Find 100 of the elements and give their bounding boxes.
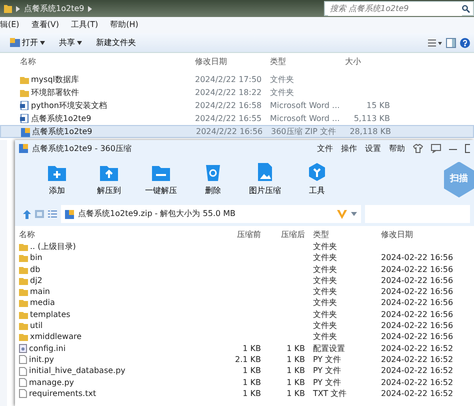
column-header[interactable]: 压缩后 <box>269 228 313 240</box>
type-cell-text: 文件夹 <box>313 274 338 287</box>
file-row[interactable]: media <box>19 297 224 310</box>
file-row[interactable]: initial_hive_database.py <box>19 365 224 378</box>
trash-icon <box>203 162 223 182</box>
menu-item[interactable]: 操作 <box>341 142 357 154</box>
type-cell-text: 文件夹 <box>313 320 338 332</box>
date-cell-text: 2024-02-22 16:56 <box>381 297 454 310</box>
date-cell-text: 2024-02-22 16:56 <box>381 264 454 276</box>
file-row[interactable]: xmiddleware <box>19 331 224 344</box>
toolbar-button[interactable]: 图片压缩 <box>243 162 287 197</box>
breadcrumb-item[interactable]: 点餐系统1o2te9 <box>24 2 84 14</box>
type-cell-text: TXT 文件 <box>313 388 348 400</box>
menu-item[interactable]: 辑(E) <box>0 19 20 31</box>
file-row[interactable]: dj2 <box>19 274 224 287</box>
file-row[interactable]: init.py <box>19 354 224 366</box>
date-cell-text: 2024-02-22 16:56 <box>381 252 454 264</box>
path-field[interactable]: 点餐系统1o2te9.zip - 解包大小为 55.0 MB <box>61 205 361 223</box>
column-header[interactable]: 类型 <box>270 56 345 68</box>
file-row[interactable]: mysql数据库 2024/2/22 17:50 文件夹 <box>0 73 474 86</box>
search-field[interactable]: 搜索 点餐系统1o2te9 <box>324 1 474 16</box>
date-cell-text: 2024-02-22 16:52 <box>381 354 454 366</box>
window-title: 点餐系统1o2te9 - 360压缩 <box>32 142 132 154</box>
file-row[interactable]: 点餐系统1o2te9 2024/2/22 16:56 360压缩 ZIP 文件 28,118 KB <box>0 125 474 138</box>
type-cell-text: 文件夹 <box>313 264 338 276</box>
column-header[interactable]: 压缩前 <box>224 228 269 240</box>
toolbar-button[interactable]: 一键解压 <box>139 162 183 197</box>
toolbar-button[interactable]: 解压到 <box>87 162 131 197</box>
file-name: 点餐系统1o2te9 <box>31 112 92 124</box>
file-row[interactable]: config.ini <box>19 342 224 355</box>
type-cell-text: 360压缩 ZIP 文件 <box>271 126 338 138</box>
toolbar-button[interactable]: 打开 <box>8 36 47 48</box>
column-header[interactable]: 名称 <box>19 228 224 240</box>
menu-item[interactable]: 帮助 <box>389 142 405 154</box>
help-icon <box>460 38 470 48</box>
file-row[interactable]: db <box>19 264 224 276</box>
file-row[interactable]: templates <box>19 308 224 321</box>
type-cell-text: 文件夹 <box>270 74 295 86</box>
up-arrow-icon <box>23 210 31 218</box>
file-row[interactable]: 环境部署软件 2024/2/22 18:22 文件夹 <box>0 86 474 99</box>
dropdown-arrow-icon <box>351 212 357 216</box>
date-cell-text: 2024-02-22 16:52 <box>381 388 454 400</box>
file-row[interactable]: util <box>19 320 224 332</box>
type-cell-text: Microsoft Word ... <box>270 112 341 124</box>
menu-item[interactable]: 设置 <box>365 142 381 154</box>
folder-icon <box>4 4 12 13</box>
type-cell-text: 文件夹 <box>313 241 338 253</box>
archive-icon <box>19 144 28 153</box>
size-cell-text: 1 KB <box>242 365 262 378</box>
image-file-icon <box>255 162 275 182</box>
toolbar-button[interactable]: 工具 <box>295 162 339 197</box>
column-header[interactable]: 大小 <box>345 56 390 68</box>
file-row[interactable]: manage.py <box>19 376 224 389</box>
size-cell-text: 1 KB <box>286 354 306 366</box>
column-header[interactable]: 修改日期 <box>381 228 461 240</box>
menu-item[interactable]: 查看(V) <box>31 19 60 31</box>
menu-item[interactable]: 工具(T) <box>71 19 98 31</box>
menu-item[interactable]: 文件 <box>317 142 333 154</box>
preview-pane-icon <box>446 38 456 48</box>
path-text: 点餐系统1o2te9.zip - 解包大小为 55.0 MB <box>78 208 236 220</box>
column-header[interactable]: 修改日期 <box>195 56 270 68</box>
list-view-icon <box>48 210 57 218</box>
date-cell-text: 2024-02-22 16:52 <box>381 365 454 378</box>
type-cell-text: 文件夹 <box>313 297 338 310</box>
document-icon <box>20 114 29 123</box>
size-cell-text: 2.1 KB <box>234 354 262 366</box>
column-header[interactable]: 类型 <box>313 228 381 240</box>
toolbar-button[interactable]: 共享 <box>57 36 84 48</box>
type-cell-text: 文件夹 <box>313 252 338 264</box>
file-row[interactable]: requirements.txt <box>19 388 224 400</box>
document-icon <box>20 101 29 110</box>
column-header[interactable]: 名称 <box>20 56 195 68</box>
file-row[interactable]: 点餐系统1o2te9 2024/2/22 16:55 Microsoft Word ... 5,113 KB <box>0 112 474 125</box>
dropdown-arrow-icon <box>40 40 45 44</box>
date-cell-text: 2024-02-22 16:56 <box>381 308 454 321</box>
toolbar-button[interactable]: 删除 <box>191 162 235 197</box>
date-cell-text: 2024-02-22 16:56 <box>381 274 454 287</box>
toolbar-button[interactable]: 添加 <box>35 162 79 197</box>
file-row[interactable]: bin <box>19 252 224 264</box>
settings-file-icon <box>19 344 27 354</box>
date-cell-text: 2024-02-22 16:56 <box>381 286 454 298</box>
view-options-icon <box>428 38 442 46</box>
file-name: python环境安装文档 <box>31 100 107 112</box>
dropdown-arrow-icon <box>77 40 82 44</box>
date-cell-text: 2024-02-22 16:52 <box>381 376 454 389</box>
file-row[interactable]: python环境安装文档 2024/2/22 16:58 Microsoft Word ... 15 KB <box>0 99 474 112</box>
toolbar-button[interactable]: 新建文件夹 <box>94 36 138 48</box>
date-cell-text: 2024/2/22 16:55 <box>195 112 263 124</box>
archive-icon <box>21 128 30 136</box>
menu-item[interactable]: 帮助(H) <box>110 19 138 31</box>
date-cell-text: 2024/2/22 18:22 <box>195 86 263 98</box>
type-cell-text: PY 文件 <box>313 376 342 389</box>
chevron-right-icon <box>16 6 20 12</box>
size-cell-text: 1 KB <box>242 342 262 355</box>
search-icon <box>462 4 470 12</box>
type-cell-text: 配置设置 <box>313 342 346 355</box>
hexagon-icon <box>307 162 327 182</box>
file-row[interactable]: .. (上级目录) <box>19 241 224 253</box>
file-row[interactable]: main <box>19 286 224 298</box>
size-cell-text: 1 KB <box>286 376 306 389</box>
